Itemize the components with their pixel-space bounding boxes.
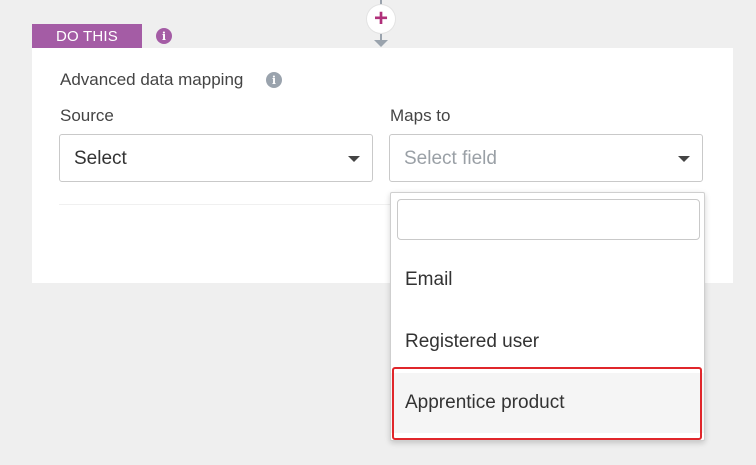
maps-to-dropdown: Email Registered user Apprentice product xyxy=(390,192,705,441)
dropdown-option-apprentice-product[interactable]: Apprentice product xyxy=(391,373,704,433)
maps-to-label: Maps to xyxy=(390,106,451,125)
source-select-value: Select xyxy=(74,148,127,169)
source-select[interactable]: Select xyxy=(59,134,373,182)
dropdown-option-email[interactable]: Email xyxy=(391,250,704,310)
caret-down-icon xyxy=(678,156,690,162)
card-title: Advanced data mapping xyxy=(60,70,244,89)
maps-to-select[interactable]: Select field xyxy=(389,134,703,182)
dropdown-option-registered-user[interactable]: Registered user xyxy=(391,312,704,372)
info-icon[interactable]: i xyxy=(266,72,282,88)
maps-to-select-placeholder: Select field xyxy=(404,148,497,169)
source-label: Source xyxy=(60,106,114,125)
dropdown-search-input[interactable] xyxy=(397,199,700,240)
caret-down-icon xyxy=(348,156,360,162)
arrow-down-icon xyxy=(374,40,388,47)
info-icon[interactable]: i xyxy=(156,28,172,44)
plus-icon[interactable]: + xyxy=(367,5,395,33)
step-type-badge: DO THIS xyxy=(32,24,142,48)
